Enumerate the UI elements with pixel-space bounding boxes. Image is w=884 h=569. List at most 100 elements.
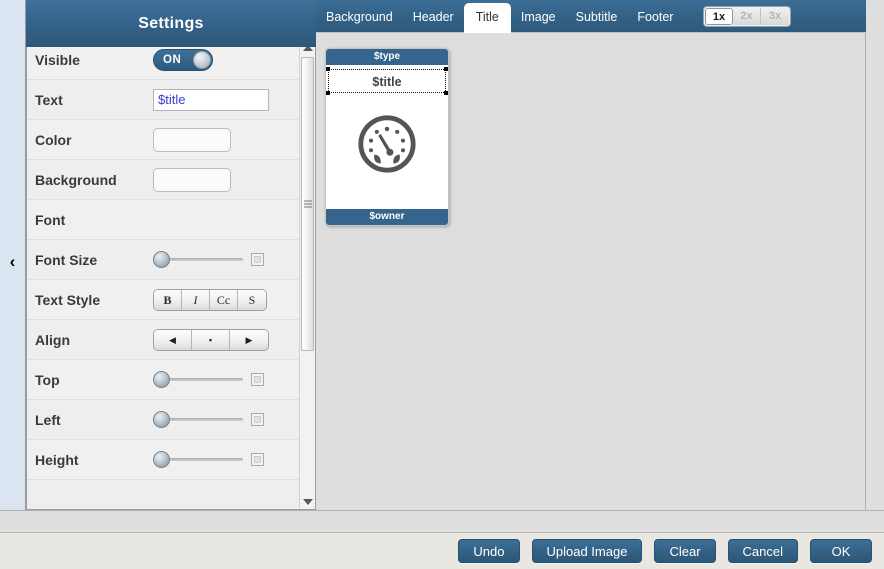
row-top-label: Top — [35, 371, 60, 388]
left-slider-track — [159, 418, 243, 421]
top-slider-track — [159, 378, 243, 381]
visible-toggle[interactable]: ON — [153, 48, 213, 71]
resize-handle-bottom-left[interactable] — [326, 91, 330, 95]
font-size-slider[interactable] — [153, 250, 243, 269]
tab-bar: Background Header Title Image Subtitle F… — [316, 0, 683, 33]
row-text: Text ❯ — [27, 80, 315, 120]
tab-subtitle[interactable]: Subtitle — [566, 4, 628, 30]
row-color: Color ❯ — [27, 120, 315, 160]
row-text-style-control: B I Cc S — [153, 280, 299, 319]
row-font: Font ❯ — [27, 200, 315, 240]
settings-panel-title: Settings — [26, 0, 316, 47]
zoom-level-group: 1x 2x 3x — [703, 6, 791, 27]
height-slider-knob[interactable] — [153, 450, 170, 468]
row-text-label: Text — [35, 91, 63, 108]
scroll-down-arrow-icon[interactable] — [300, 494, 315, 509]
background-swatch[interactable] — [153, 167, 231, 192]
preview-card-title[interactable]: $title — [328, 69, 446, 93]
zoom-1x-button[interactable]: 1x — [705, 8, 733, 25]
footer-gap-strip — [0, 510, 884, 532]
collapse-panel-chevron-left-icon[interactable]: ‹ — [0, 248, 25, 274]
align-center-button[interactable]: ▪ — [192, 329, 230, 350]
color-swatch[interactable] — [153, 127, 231, 152]
row-height-label: Height — [35, 451, 79, 468]
font-size-value-box[interactable] — [251, 253, 264, 266]
tab-image[interactable]: Image — [511, 4, 566, 30]
resize-handle-top-right[interactable] — [444, 67, 448, 71]
settings-panel: Visible ON Text ❯ Color — [26, 40, 316, 510]
align-right-button[interactable]: ▶ — [230, 329, 268, 350]
font-size-slider-knob[interactable] — [153, 250, 170, 268]
resize-handle-bottom-right[interactable] — [444, 91, 448, 95]
row-text-control: ❯ — [153, 80, 315, 119]
row-align-control: ◀ ▪ ▶ — [153, 320, 299, 359]
preview-card[interactable]: $type $title $owner — [325, 48, 449, 226]
row-font-size-label: Font Size — [35, 251, 98, 268]
top-slider-knob[interactable] — [153, 370, 170, 388]
clear-button[interactable]: Clear — [654, 539, 716, 563]
height-slider[interactable] — [153, 450, 243, 469]
left-value-box[interactable] — [251, 413, 264, 426]
row-font-size-control — [153, 240, 299, 279]
row-color-control: ❯ — [153, 120, 315, 159]
top-slider[interactable] — [153, 370, 243, 389]
zoom-2x-button[interactable]: 2x — [733, 8, 761, 25]
tab-footer[interactable]: Footer — [627, 4, 683, 30]
font-size-slider-wrap — [153, 250, 264, 269]
preview-card-body — [326, 93, 448, 195]
row-left: Left — [27, 400, 299, 440]
left-slider-knob[interactable] — [153, 410, 170, 428]
height-slider-wrap — [153, 450, 264, 469]
tab-title[interactable]: Title — [463, 4, 511, 33]
row-background: Background ❯ — [27, 160, 315, 200]
preview-card-owner: $owner — [326, 209, 448, 225]
scrollbar-thumb[interactable] — [301, 57, 314, 351]
italic-button[interactable]: I — [182, 289, 210, 310]
preview-canvas[interactable]: $type $title $owner — [316, 33, 866, 510]
visible-toggle-knob — [193, 50, 211, 69]
resize-handle-top-left[interactable] — [326, 67, 330, 71]
height-value-box[interactable] — [251, 453, 264, 466]
row-left-control — [153, 400, 299, 439]
scrollbar-grip-icon — [303, 199, 312, 210]
bold-button[interactable]: B — [154, 289, 182, 310]
align-left-button[interactable]: ◀ — [154, 329, 192, 350]
row-text-style: Text Style B I Cc S — [27, 280, 299, 320]
preview-card-type: $type — [326, 49, 448, 65]
preview-card-title-selection[interactable]: $title — [326, 67, 448, 95]
font-size-slider-track — [159, 258, 243, 261]
strikethrough-button[interactable]: S — [238, 289, 266, 310]
undo-button[interactable]: Undo — [458, 539, 520, 563]
height-slider-track — [159, 458, 243, 461]
top-value-box[interactable] — [251, 373, 264, 386]
align-button-group: ◀ ▪ ▶ — [153, 328, 269, 351]
left-slider[interactable] — [153, 410, 243, 429]
text-input[interactable] — [153, 88, 269, 111]
text-style-button-group: B I Cc S — [153, 288, 267, 311]
left-rail: ‹ — [0, 0, 26, 510]
settings-dialog: Background Header Title Image Subtitle F… — [0, 0, 884, 569]
ok-button[interactable]: OK — [810, 539, 872, 563]
cancel-button[interactable]: Cancel — [727, 539, 798, 563]
top-slider-wrap — [153, 370, 264, 389]
row-background-label: Background — [35, 171, 117, 188]
zoom-3x-button[interactable]: 3x — [761, 8, 789, 25]
footer-button-bar: Undo Upload Image Clear Cancel OK — [0, 532, 884, 569]
row-top: Top — [27, 360, 299, 400]
row-align: Align ◀ ▪ ▶ — [27, 320, 299, 360]
settings-rows: Visible ON Text ❯ Color — [27, 40, 315, 480]
row-font-control: ❯ — [153, 200, 315, 239]
tab-header[interactable]: Header — [403, 4, 464, 30]
row-color-label: Color — [35, 131, 72, 148]
row-background-control: ❯ — [153, 160, 315, 199]
left-slider-wrap — [153, 410, 264, 429]
case-button[interactable]: Cc — [210, 289, 238, 310]
tab-background[interactable]: Background — [316, 4, 403, 30]
row-height: Height — [27, 440, 299, 480]
row-font-size: Font Size — [27, 240, 299, 280]
row-font-label: Font — [35, 211, 66, 228]
upload-image-button[interactable]: Upload Image — [531, 539, 643, 563]
settings-scrollbar[interactable] — [299, 40, 315, 509]
row-height-control — [153, 440, 299, 479]
visible-toggle-label: ON — [163, 53, 182, 66]
